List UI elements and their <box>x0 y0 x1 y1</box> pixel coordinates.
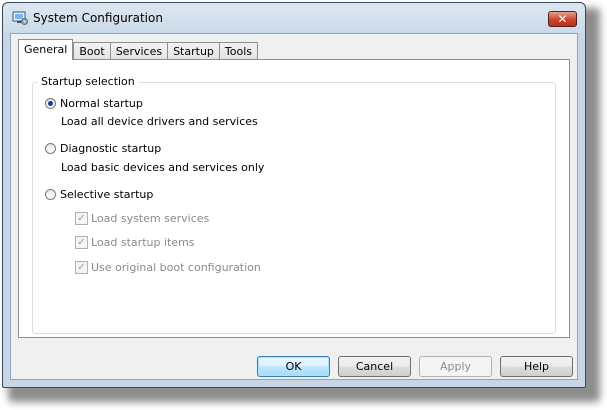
selective-startup-radio[interactable]: Selective startup <box>45 188 153 201</box>
cancel-button[interactable]: Cancel <box>338 356 411 377</box>
dialog-client-area: General Boot Services Startup Tools Star… <box>10 33 578 380</box>
title-bar[interactable]: System Configuration ✕ <box>3 3 585 33</box>
ok-button[interactable]: OK <box>257 356 330 377</box>
startup-selection-label: Startup selection <box>37 75 139 88</box>
checkbox-checked-disabled[interactable]: ✓ <box>75 236 88 249</box>
normal-startup-radio[interactable]: Normal startup <box>45 97 143 110</box>
system-configuration-window: System Configuration ✕ General Boot Serv… <box>2 2 586 388</box>
checkbox-checked-disabled[interactable]: ✓ <box>75 261 88 274</box>
normal-startup-description: Load all device drivers and services <box>61 115 258 128</box>
use-original-boot-configuration-label: Use original boot configuration <box>91 261 261 274</box>
load-startup-items-label: Load startup items <box>91 236 195 249</box>
tab-services[interactable]: Services <box>109 42 169 60</box>
selective-startup-label: Selective startup <box>60 188 154 201</box>
load-system-services-checkbox[interactable]: ✓ Load system services <box>75 212 209 225</box>
window-title: System Configuration <box>33 11 163 25</box>
use-original-boot-configuration-checkbox[interactable]: ✓ Use original boot configuration <box>75 261 261 274</box>
apply-button[interactable]: Apply <box>419 356 492 377</box>
close-icon: ✕ <box>557 12 568 26</box>
tab-general[interactable]: General <box>18 39 74 60</box>
tab-strip: General Boot Services Startup Tools <box>18 39 259 60</box>
load-system-services-label: Load system services <box>91 212 210 225</box>
diagnostic-startup-label: Diagnostic startup <box>60 142 162 155</box>
diagnostic-startup-radio[interactable]: Diagnostic startup <box>45 142 161 155</box>
checkbox-checked-disabled[interactable]: ✓ <box>75 212 88 225</box>
radio-button-selected[interactable] <box>45 98 56 109</box>
msconfig-icon <box>12 11 28 25</box>
tab-boot[interactable]: Boot <box>73 42 111 60</box>
radio-button[interactable] <box>45 143 56 154</box>
close-button[interactable]: ✕ <box>548 11 577 27</box>
general-tab-panel: Startup selection Normal startup Load al… <box>18 59 570 338</box>
tab-startup[interactable]: Startup <box>167 42 220 60</box>
normal-startup-label: Normal startup <box>60 97 143 110</box>
help-button[interactable]: Help <box>500 356 573 377</box>
radio-button[interactable] <box>45 189 56 200</box>
tab-tools[interactable]: Tools <box>218 42 259 60</box>
load-startup-items-checkbox[interactable]: ✓ Load startup items <box>75 236 195 249</box>
diagnostic-startup-description: Load basic devices and services only <box>61 161 265 174</box>
